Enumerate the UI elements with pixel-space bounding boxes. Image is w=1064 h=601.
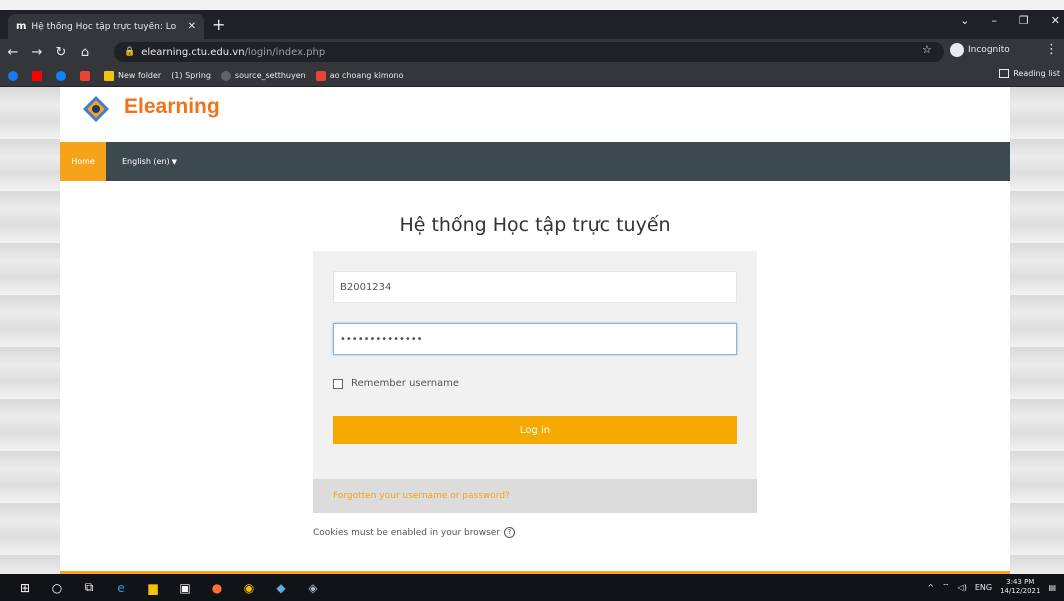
close-tab-icon[interactable]: ✕ <box>188 21 196 32</box>
clock-time: 3:43 PM <box>1006 578 1035 586</box>
forgot-password-link[interactable]: Forgotten your username or password? <box>333 491 510 501</box>
wifi-icon[interactable]: ⌔ <box>942 582 950 592</box>
reading-list-button[interactable]: Reading list <box>999 69 1060 78</box>
maximize-icon[interactable]: ❐ <box>1019 14 1029 27</box>
remember-label: Remember username <box>351 378 460 389</box>
bookmark-source-setthuyen[interactable]: source_setthuyen <box>220 70 306 81</box>
minimize-icon[interactable]: – <box>991 14 997 27</box>
forward-icon[interactable]: → <box>26 45 48 60</box>
chrome-icon[interactable]: ◉ <box>242 581 256 595</box>
reading-list-label: Reading list <box>1013 69 1060 78</box>
incognito-indicator[interactable]: Incognito <box>950 43 1010 57</box>
windows-start-icon[interactable]: ⊞ <box>18 581 32 595</box>
elearning-logo-icon[interactable] <box>82 95 110 123</box>
bookmark-ao-choang-kimono[interactable]: ao choang kimono <box>315 70 404 81</box>
site-navbar: Home English (en) ▼ <box>60 142 1010 181</box>
tray-chevron-icon[interactable]: ^ <box>927 583 934 592</box>
bookmark-new-folder[interactable]: New folder <box>104 70 161 81</box>
reload-icon[interactable]: ↻ <box>50 45 72 60</box>
incognito-label: Incognito <box>968 45 1010 55</box>
document-top-strip <box>0 0 1064 10</box>
address-toolbar: ← → ↻ ⌂ 🔒 elearning.ctu.edu.vn /login/in… <box>0 39 1064 65</box>
username-input[interactable]: B2001234 <box>333 271 737 303</box>
caret-down-icon: ▼ <box>171 158 178 166</box>
browser-tab-bar: m Hệ thống Học tập trực tuyến: Lo ✕ + ⌄ … <box>0 10 1064 39</box>
app-icon[interactable]: ◆ <box>274 581 288 595</box>
new-tab-icon[interactable]: + <box>212 16 225 34</box>
bookmark-spring[interactable]: (1) Spring <box>171 71 211 80</box>
shop-icon <box>315 70 326 81</box>
bookmark-star-icon[interactable]: ☆ <box>922 43 932 56</box>
url-input[interactable]: 🔒 elearning.ctu.edu.vn /login/index.php <box>114 42 944 62</box>
password-input[interactable]: •••••••••••••• <box>333 323 737 355</box>
browser-tab[interactable]: m Hệ thống Học tập trực tuyến: Lo ✕ <box>8 14 204 39</box>
tab-title: Hệ thống Học tập trực tuyến: Lo <box>31 21 177 32</box>
firefox-icon[interactable]: ● <box>210 581 224 595</box>
tab-search-icon[interactable]: ⌄ <box>960 14 969 27</box>
incognito-icon <box>950 43 964 57</box>
nav-home-link[interactable]: Home <box>60 142 106 181</box>
clock[interactable]: 3:43 PM 14/12/2021 <box>1000 578 1040 596</box>
elearning-site: Elearning Home English (en) ▼ Hệ thống Họ… <box>60 87 1010 574</box>
search-icon[interactable]: ○ <box>50 581 64 595</box>
folder-icon <box>104 70 114 81</box>
logo-text[interactable]: Elearning <box>124 95 220 119</box>
github-icon <box>220 70 231 81</box>
forgot-section: Forgotten your username or password? <box>313 479 757 513</box>
language-dropdown[interactable]: English (en) ▼ <box>122 157 177 166</box>
url-path: /login/index.php <box>244 46 326 58</box>
paint-icon[interactable]: ◈ <box>306 581 320 595</box>
moodle-favicon-icon: m <box>16 21 27 32</box>
volume-icon[interactable]: ◁) <box>958 583 967 592</box>
url-host: elearning.ctu.edu.vn <box>141 46 245 58</box>
reading-list-icon <box>999 69 1010 78</box>
edge-icon[interactable]: e <box>114 581 128 595</box>
bookmark-messenger-icon[interactable] <box>56 70 70 81</box>
file-explorer-icon[interactable]: ▆ <box>146 581 160 595</box>
bookmark-youtube-icon[interactable] <box>32 70 46 81</box>
login-button[interactable]: Log in <box>333 416 737 444</box>
remember-checkbox[interactable] <box>333 378 343 389</box>
tray-language[interactable]: ENG <box>975 583 992 592</box>
task-view-icon[interactable]: ⧉ <box>82 580 96 595</box>
bookmarks-bar: New folder (1) Spring source_setthuyen a… <box>0 65 1064 87</box>
store-icon[interactable]: ▣ <box>178 581 192 595</box>
bookmark-gmail-icon[interactable] <box>80 70 94 81</box>
close-window-icon[interactable]: ✕ <box>1051 14 1060 27</box>
bookmark-facebook-icon[interactable] <box>8 70 22 81</box>
site-header: Elearning <box>60 87 1010 142</box>
home-icon[interactable]: ⌂ <box>74 45 96 60</box>
window-controls: ⌄ – ❐ ✕ <box>960 14 1060 27</box>
page-title: Hệ thống Học tập trực tuyến <box>399 214 671 236</box>
notifications-icon[interactable]: ▤ <box>1048 583 1056 592</box>
back-icon[interactable]: ← <box>2 45 24 60</box>
lock-icon: 🔒 <box>124 47 136 57</box>
help-icon[interactable]: ? <box>504 527 516 538</box>
cookie-notice: Cookies must be enabled in your browser … <box>313 527 516 538</box>
clock-date: 14/12/2021 <box>1000 587 1041 595</box>
browser-menu-icon[interactable]: ⋮ <box>1045 42 1058 57</box>
windows-taskbar: ⊞ ○ ⧉ e ▆ ▣ ● ◉ ◆ ◈ ^ ⌔ ◁) ENG 3:43 PM 1… <box>0 574 1064 601</box>
cookie-note-text: Cookies must be enabled in your browser <box>313 527 501 538</box>
login-form: B2001234 •••••••••••••• Remember usernam… <box>313 251 757 513</box>
system-tray: ^ ⌔ ◁) ENG 3:43 PM 14/12/2021 ▤ <box>927 578 1056 596</box>
remember-username[interactable]: Remember username <box>333 378 459 389</box>
